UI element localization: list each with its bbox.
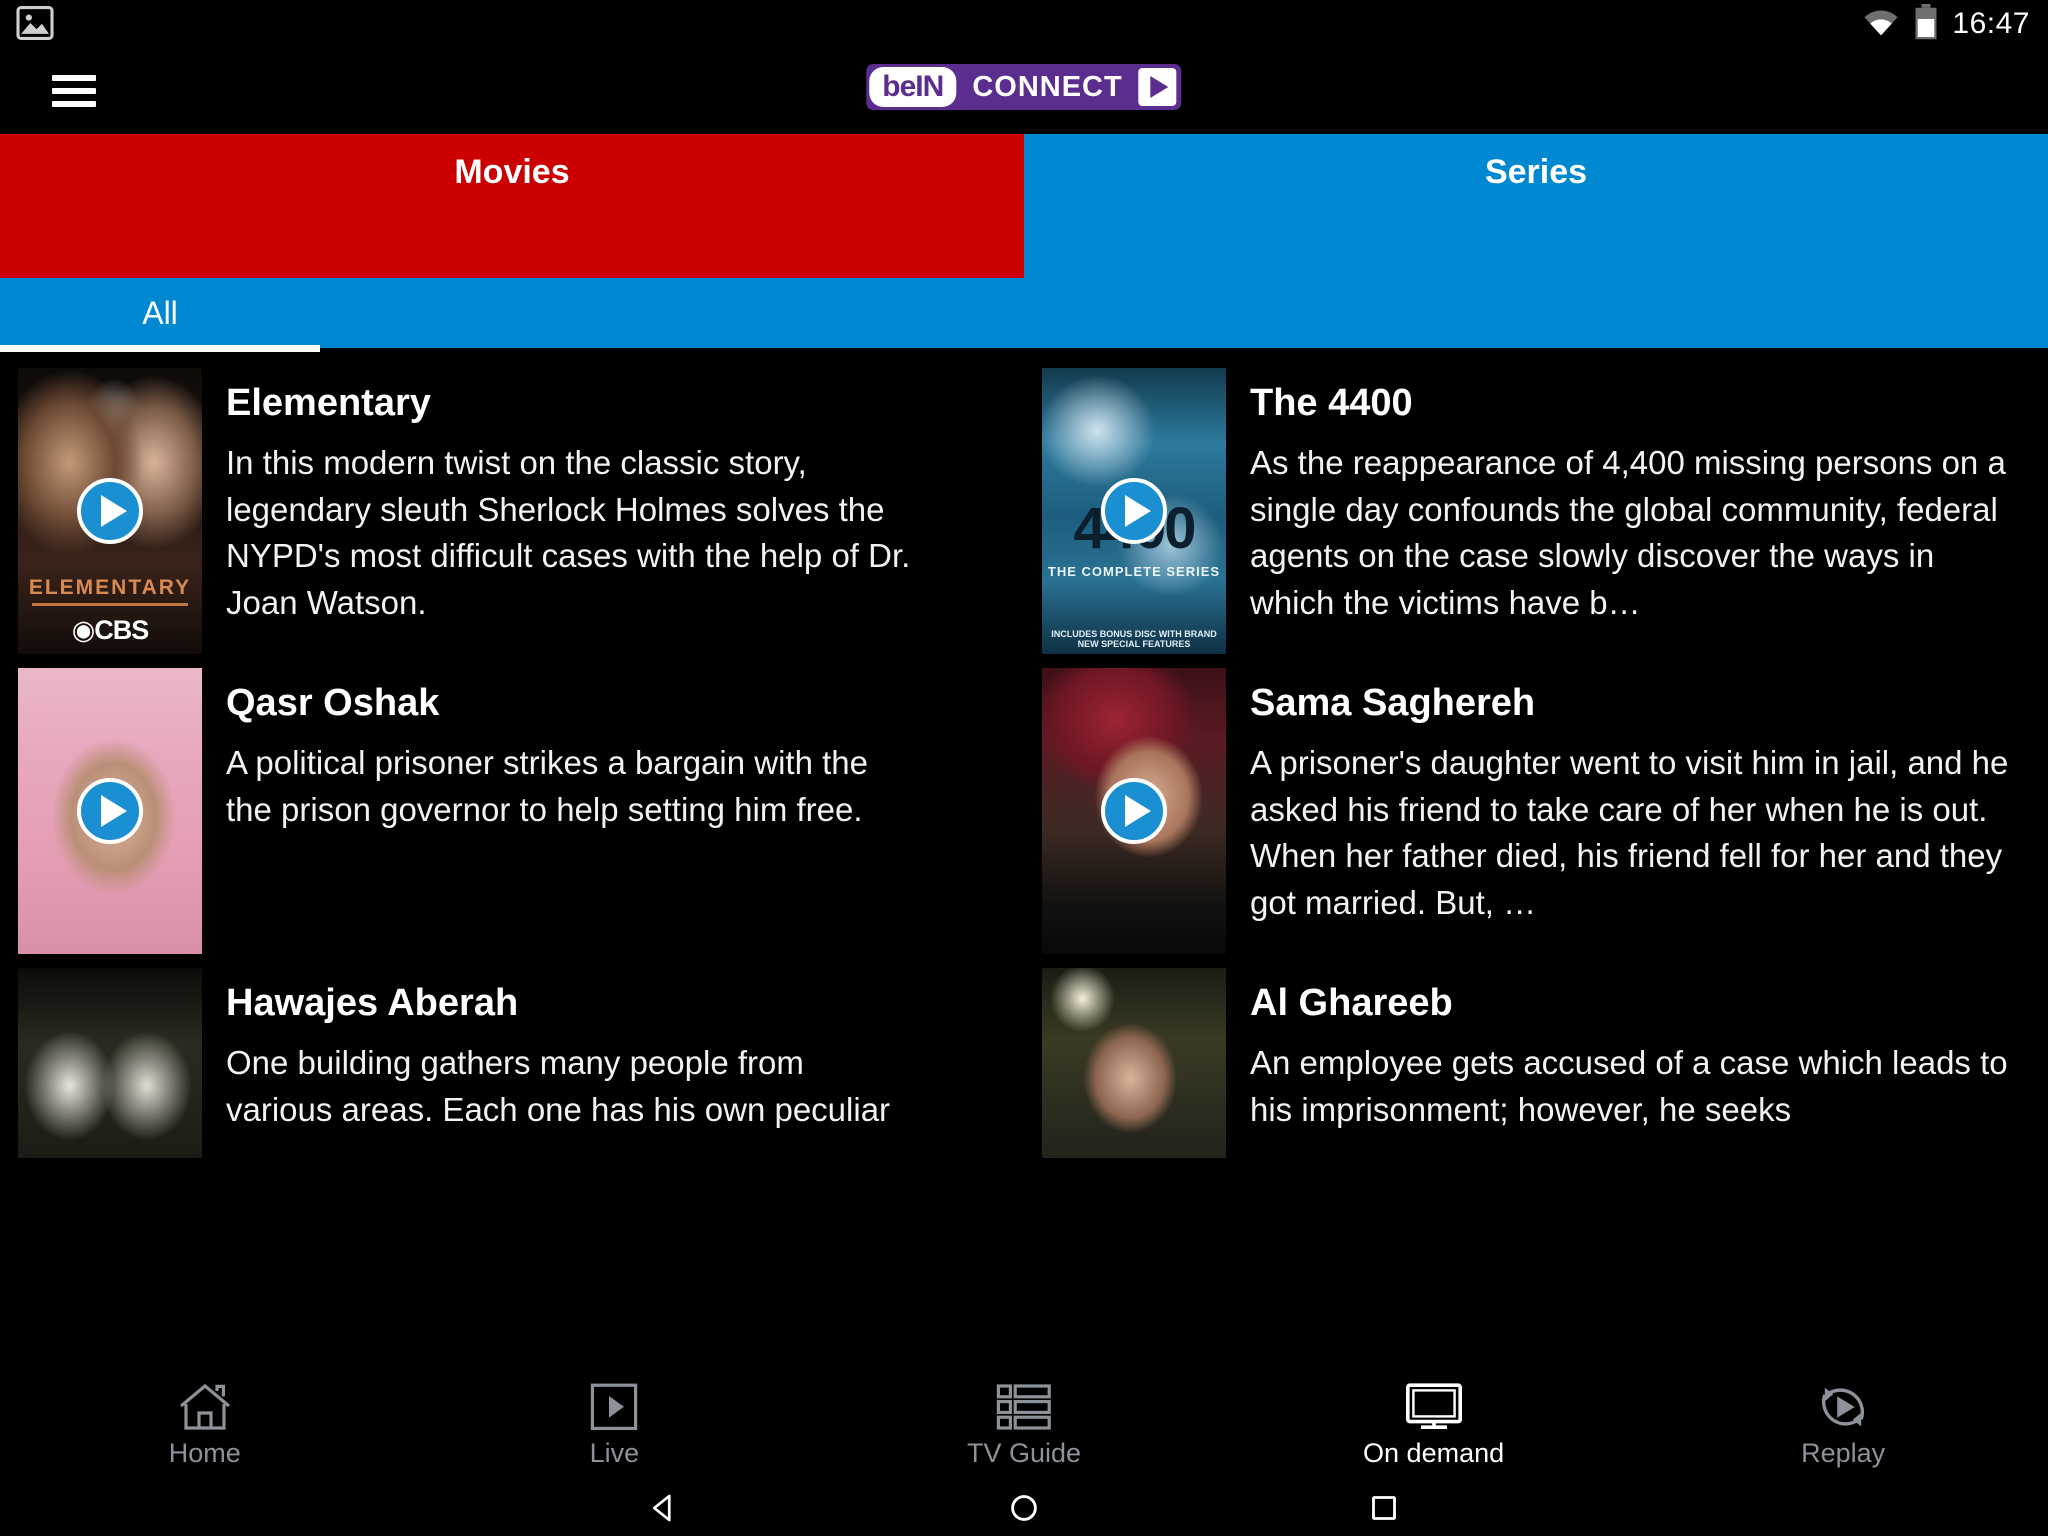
- card-meta-the-4400: The 4400 As the reappearance of 4,400 mi…: [1226, 368, 2048, 668]
- card-qasr-oshak[interactable]: Qasr Oshak A political prisoner strikes …: [0, 668, 1024, 968]
- sub-tab-bar: All: [0, 278, 2048, 352]
- thumbnail-hawajes-aberah[interactable]: [18, 968, 202, 1158]
- nav-item-live-label: Live: [589, 1437, 640, 1468]
- nav-item-tv-guide-label: TV Guide: [966, 1437, 1082, 1468]
- bein-connect-logo[interactable]: beIN CONNECT: [866, 64, 1182, 110]
- logo-play-wrap: [1138, 64, 1182, 110]
- nav-item-on-demand[interactable]: On demand: [1229, 1382, 1639, 1467]
- wifi-icon: [1862, 7, 1900, 42]
- image-icon: [16, 6, 54, 40]
- home-circle-icon[interactable]: [989, 1483, 1059, 1533]
- card-meta-hawajes-aberah: Hawajes Aberah One building gathers many…: [202, 968, 946, 1168]
- card-description: In this modern twist on the classic stor…: [226, 443, 911, 622]
- sub-tab-active-indicator: [0, 345, 320, 352]
- card-title: Hawajes Aberah: [226, 982, 519, 1024]
- series-grid: ELEMENTARY ◉CBS Elementary In this moder…: [0, 368, 2048, 1168]
- app-screen: 16:47 beIN CONNECT Movies Series All ELE…: [0, 0, 2048, 1536]
- card-title: Al Ghareeb: [1250, 982, 1453, 1024]
- card-hawajes-aberah[interactable]: Hawajes Aberah One building gathers many…: [0, 968, 1024, 1168]
- app-header: beIN CONNECT: [0, 48, 2048, 134]
- nav-item-replay-label: Replay: [1801, 1437, 1886, 1468]
- back-triangle-icon[interactable]: [629, 1483, 699, 1533]
- thumbnail-subcaption: THE COMPLETE SERIES: [1047, 564, 1221, 579]
- card-title: Qasr Oshak: [226, 682, 440, 724]
- status-bar-clock: 16:47: [1952, 7, 2030, 40]
- card-al-ghareeb[interactable]: Al Ghareeb An employee gets accused of a…: [1024, 968, 2048, 1168]
- series-tab-fill: [1024, 210, 2048, 278]
- sub-tab-all-label: All: [142, 295, 178, 331]
- card-description: One building gathers many people from va…: [226, 1043, 891, 1128]
- tab-movies-label: Movies: [454, 153, 570, 191]
- bottom-navigation-bar: Home Live TV Guide On demand Replay: [0, 1368, 2048, 1480]
- movies-tab-fill: [0, 210, 1024, 278]
- nav-item-on-demand-label: On demand: [1363, 1437, 1505, 1468]
- thumbnail-footer: INCLUDES BONUS DISC WITH BRAND NEW SPECI…: [1051, 629, 1217, 649]
- card-meta-elementary: Elementary In this modern twist on the c…: [202, 368, 956, 668]
- content-area[interactable]: ELEMENTARY ◉CBS Elementary In this moder…: [0, 368, 2048, 1368]
- battery-icon: [1914, 3, 1938, 45]
- tab-series[interactable]: Series: [1024, 134, 2048, 210]
- main-tab-bar: Movies Series: [0, 134, 2048, 210]
- card-meta-al-ghareeb: Al Ghareeb An employee gets accused of a…: [1226, 968, 2048, 1168]
- replay-icon: [1816, 1382, 1870, 1432]
- play-circle-icon[interactable]: [77, 778, 143, 844]
- thumbnail-the-4400[interactable]: THE 4400 THE COMPLETE SERIES INCLUDES BO…: [1042, 368, 1226, 654]
- play-triangle-icon: [1138, 68, 1177, 106]
- play-circle-icon[interactable]: [1101, 778, 1167, 844]
- status-bar-right: 16:47: [1862, 0, 2030, 48]
- card-description: A political prisoner strikes a bargain w…: [226, 743, 868, 828]
- nav-item-home-label: Home: [168, 1437, 241, 1468]
- card-description: An employee gets accused of a case which…: [1250, 1043, 2008, 1128]
- tab-series-label: Series: [1484, 153, 1588, 191]
- card-description: As the reappearance of 4,400 missing per…: [1250, 443, 2006, 622]
- status-bar: 16:47: [0, 0, 2048, 48]
- card-description: A prisoner's daughter went to visit him …: [1250, 743, 2009, 922]
- card-the-4400[interactable]: THE 4400 THE COMPLETE SERIES INCLUDES BO…: [1024, 368, 2048, 668]
- recents-square-icon[interactable]: [1349, 1483, 1419, 1533]
- thumbnail-caption-rule: [32, 603, 188, 606]
- tv-monitor-icon: [1405, 1382, 1463, 1432]
- thumbnail-sama-saghereh[interactable]: [1042, 668, 1226, 954]
- nav-item-home[interactable]: Home: [0, 1382, 410, 1467]
- thumbnail-caption: ELEMENTARY: [28, 576, 192, 599]
- live-play-icon: [590, 1382, 638, 1432]
- thumbnail-image: [1042, 968, 1226, 1158]
- card-elementary[interactable]: ELEMENTARY ◉CBS Elementary In this moder…: [0, 368, 1024, 668]
- thumbnail-al-ghareeb[interactable]: [1042, 968, 1226, 1158]
- logo-connect-text: CONNECT: [972, 70, 1123, 103]
- nav-item-replay[interactable]: Replay: [1638, 1382, 2048, 1467]
- card-title: Elementary: [226, 382, 431, 424]
- thumbnail-image: [18, 968, 202, 1158]
- nav-item-live[interactable]: Live: [410, 1382, 820, 1467]
- grid-guide-icon: [996, 1382, 1052, 1432]
- card-sama-saghereh[interactable]: Sama Saghereh A prisoner's daughter went…: [1024, 668, 2048, 968]
- card-title: Sama Saghereh: [1250, 682, 1536, 724]
- thumbnail-elementary[interactable]: ELEMENTARY ◉CBS: [18, 368, 202, 654]
- logo-connect-wrap: CONNECT: [956, 64, 1138, 110]
- sub-tab-all[interactable]: All: [0, 278, 320, 348]
- thumbnail-network-logo: ◉CBS: [71, 615, 150, 645]
- hamburger-menu-icon[interactable]: [52, 68, 96, 108]
- logo-bein-badge: beIN: [869, 67, 957, 107]
- card-meta-qasr-oshak: Qasr Oshak A political prisoner strikes …: [202, 668, 946, 968]
- play-circle-icon[interactable]: [1101, 478, 1167, 544]
- logo-bein-text: beIN: [882, 70, 944, 103]
- home-icon: [177, 1382, 233, 1432]
- card-title: The 4400: [1250, 382, 1413, 424]
- nav-item-tv-guide[interactable]: TV Guide: [819, 1382, 1229, 1467]
- thumbnail-qasr-oshak[interactable]: [18, 668, 202, 954]
- tab-movies[interactable]: Movies: [0, 134, 1024, 210]
- card-meta-sama-saghereh: Sama Saghereh A prisoner's daughter went…: [1226, 668, 2048, 968]
- play-circle-icon[interactable]: [77, 478, 143, 544]
- android-system-bar: [0, 1480, 2048, 1536]
